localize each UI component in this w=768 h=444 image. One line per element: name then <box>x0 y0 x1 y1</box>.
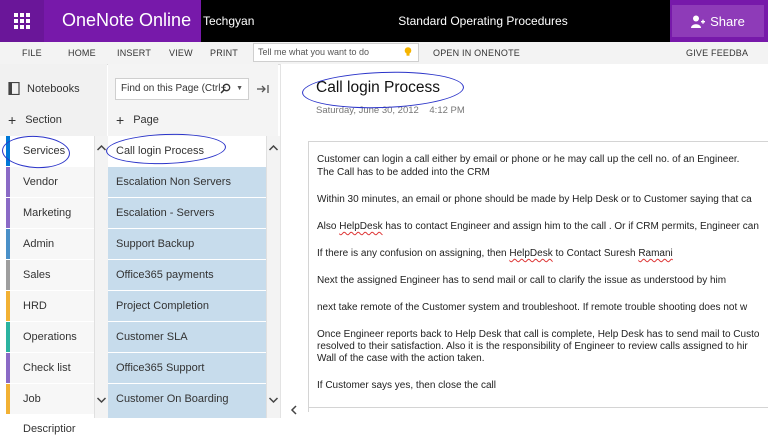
section-label: Marketing <box>23 207 72 219</box>
page-label: Call login Process <box>116 145 205 157</box>
section-label: Operations <box>23 331 77 343</box>
document-title: Standard Operating Procedures <box>308 0 670 42</box>
notebooks-button[interactable]: Notebooks <box>8 82 80 95</box>
page-item-customer-sla[interactable]: Customer SLA <box>108 322 266 352</box>
add-section-button[interactable]: + Section <box>8 112 62 128</box>
section-operations[interactable]: Operations <box>6 322 94 352</box>
open-in-onenote-button[interactable]: OPEN IN ONENOTE <box>433 48 520 58</box>
note-paragraph[interactable]: resolved to their satisfaction. Also it … <box>317 341 748 353</box>
page-label: Customer On Boarding <box>116 393 229 405</box>
tab-print[interactable]: PRINT <box>210 48 238 58</box>
note-paragraph[interactable]: Also HelpDesk has to contact Engineer an… <box>317 221 759 233</box>
tab-view[interactable]: VIEW <box>169 48 193 58</box>
section-label: Admin <box>23 238 55 250</box>
notebooks-label: Notebooks <box>27 82 80 95</box>
page-date: Saturday, June 30, 2012 <box>316 105 419 116</box>
page-timestamp: Saturday, June 30, 2012 4:12 PM <box>316 105 465 116</box>
ribbon-bar: FILE HOME INSERT VIEW PRINT Tell me what… <box>0 42 768 65</box>
page-item-escalation-non-servers[interactable]: Escalation Non Servers <box>108 167 266 197</box>
section-label: Job Descriptior <box>23 393 76 435</box>
note-paragraph[interactable]: Once Engineer reports back to Help Desk … <box>317 329 759 341</box>
add-section-label: Section <box>25 114 62 126</box>
dropdown-arrow-icon[interactable]: ▼ <box>236 79 243 99</box>
note-container-bottom <box>308 407 768 419</box>
add-page-label: Page <box>133 114 159 126</box>
text-run: If there is any confusion on assigning, … <box>317 248 510 259</box>
section-sales[interactable]: Sales <box>6 260 94 290</box>
plus-icon: + <box>8 112 17 128</box>
app-launcher-button[interactable] <box>0 0 44 42</box>
misspelled-word[interactable]: HelpDesk <box>339 221 382 232</box>
find-on-page-input[interactable]: Find on this Page (Ctrl+ ▼ <box>115 78 249 100</box>
note-paragraph[interactable]: If Customer says yes, then close the cal… <box>317 380 496 392</box>
section-marketing[interactable]: Marketing <box>6 198 94 228</box>
plus-icon: + <box>116 112 125 128</box>
chevron-down-icon[interactable] <box>95 394 108 406</box>
add-page-button[interactable]: + Page <box>116 112 159 128</box>
tab-insert[interactable]: INSERT <box>117 48 151 58</box>
pages-list-end <box>108 412 266 418</box>
notebook-icon <box>8 82 20 95</box>
section-check-list[interactable]: Check list <box>6 353 94 383</box>
search-icon[interactable] <box>220 83 231 94</box>
note-paragraph[interactable]: next take remote of the Customer system … <box>317 302 747 314</box>
misspelled-word[interactable]: Ramani <box>638 248 672 259</box>
sections-scrollbar[interactable] <box>94 136 108 418</box>
page-item-support-backup[interactable]: Support Backup <box>108 229 266 259</box>
tab-file[interactable]: FILE <box>22 48 42 58</box>
page-label: Escalation Non Servers <box>116 176 231 188</box>
chevron-down-icon[interactable] <box>267 394 280 406</box>
note-paragraph[interactable]: If there is any confusion on assigning, … <box>317 248 673 260</box>
misspelled-word[interactable]: HelpDesk <box>509 248 552 259</box>
page-label: Office365 payments <box>116 269 214 281</box>
page-label: Support Backup <box>116 238 195 250</box>
section-hrd[interactable]: HRD <box>6 291 94 321</box>
page-label: Office365 Support <box>116 362 205 374</box>
page-item-office365-support[interactable]: Office365 Support <box>108 353 266 383</box>
section-label: Check list <box>23 362 71 374</box>
share-person-icon <box>691 15 706 28</box>
section-vendor-support[interactable]: Vendor Suppor <box>6 167 94 218</box>
section-admin[interactable]: Admin <box>6 229 94 259</box>
tell-me-placeholder: Tell me what you want to do <box>258 47 370 57</box>
share-label: Share <box>710 13 745 29</box>
waffle-icon <box>14 13 30 29</box>
note-paragraph[interactable]: The Call has to be added into the CRM <box>317 167 490 179</box>
tell-me-input[interactable]: Tell me what you want to do <box>253 43 419 62</box>
note-paragraph[interactable]: Next the assigned Engineer has to send m… <box>317 275 726 287</box>
text-run: to Contact Suresh <box>552 248 639 259</box>
section-label: HRD <box>23 300 47 312</box>
page-label: Project Completion <box>116 300 209 312</box>
give-feedback-button[interactable]: GIVE FEEDBA <box>686 48 748 58</box>
tab-home[interactable]: HOME <box>68 48 96 58</box>
page-time: 4:12 PM <box>429 105 465 116</box>
app-name[interactable]: OneNote Online <box>62 10 191 31</box>
brand-label: Techgyan <box>201 0 310 42</box>
collapse-pane-icon[interactable] <box>289 404 299 416</box>
pin-pane-icon[interactable] <box>256 84 270 94</box>
section-label: Sales <box>23 269 51 281</box>
text-run: Also <box>317 221 340 232</box>
section-services[interactable]: Services <box>6 136 94 166</box>
chevron-up-icon[interactable] <box>95 142 108 154</box>
page-item-project-completion[interactable]: Project Completion <box>108 291 266 321</box>
note-paragraph[interactable]: Customer can login a call either by emai… <box>317 154 739 166</box>
share-button[interactable]: Share <box>672 5 764 37</box>
pages-scrollbar[interactable] <box>266 136 280 418</box>
section-label: Services <box>23 145 66 157</box>
note-paragraph[interactable]: Wall of the case with the action taken. <box>317 353 485 365</box>
page-item-escalation-servers[interactable]: Escalation - Servers <box>108 198 266 228</box>
page-item-customer-on-boarding[interactable]: Customer On Boarding <box>108 384 266 414</box>
page-label: Customer SLA <box>116 331 188 343</box>
page-item-office365-payments[interactable]: Office365 payments <box>108 260 266 290</box>
page-title[interactable]: Call login Process <box>316 79 440 97</box>
note-paragraph[interactable]: Within 30 minutes, an email or phone sho… <box>317 194 752 206</box>
page-label: Escalation - Servers <box>116 207 215 219</box>
text-run: has to contact Engineer and assign him t… <box>382 221 759 232</box>
find-placeholder: Find on this Page (Ctrl+ <box>121 83 227 94</box>
section-job-descriptions[interactable]: Job Descriptior <box>6 384 94 435</box>
chevron-up-icon[interactable] <box>267 142 280 154</box>
page-item-call-login-process[interactable]: Call login Process <box>108 136 266 166</box>
lightbulb-icon <box>404 47 412 56</box>
